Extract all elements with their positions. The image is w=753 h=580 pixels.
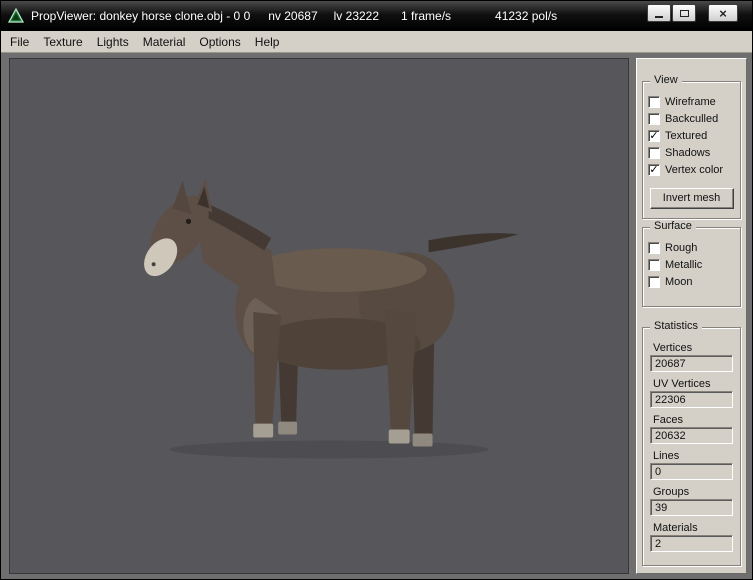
stat-materials: Materials 2 <box>650 522 733 552</box>
minimize-icon <box>655 16 663 18</box>
propviewer-window: PropViewer: donkey horse clone.obj - 0 0… <box>0 0 753 580</box>
menu-options[interactable]: Options <box>192 32 247 52</box>
statistics-group-title: Statistics <box>650 320 703 332</box>
close-icon: × <box>719 5 727 21</box>
metallic-label: Metallic <box>665 258 703 271</box>
checkbox-shadows[interactable]: Shadows <box>648 144 735 161</box>
statistics-group: Statistics Vertices 20687 UV Vertices 22… <box>642 320 741 566</box>
faces-value: 20632 <box>650 427 733 444</box>
moon-checkbox-box[interactable] <box>648 275 660 288</box>
rough-checkbox-box[interactable] <box>648 241 660 254</box>
rough-label: Rough <box>665 241 698 254</box>
uv-vertices-value: 22306 <box>650 391 733 408</box>
title-bar[interactable]: PropViewer: donkey horse clone.obj - 0 0… <box>1 1 752 31</box>
side-panel: View Wireframe Backculled ✓ Textured Sha… <box>636 58 747 574</box>
surface-group: Surface Rough Metallic Moon <box>642 220 741 307</box>
backculled-checkbox-box[interactable] <box>648 112 660 125</box>
vertices-value: 20687 <box>650 355 733 372</box>
title-stat-polrate: 41232 pol/s <box>495 9 558 23</box>
maximize-button[interactable] <box>672 4 696 22</box>
checkbox-vertex-color[interactable]: ✓ Vertex color <box>648 161 735 178</box>
faces-label: Faces <box>653 414 683 426</box>
model-viewport[interactable] <box>9 58 629 574</box>
shadows-label: Shadows <box>665 146 711 159</box>
title-stat-framerate: 1 frame/s <box>401 9 452 23</box>
checkbox-metallic[interactable]: Metallic <box>648 256 735 273</box>
close-button[interactable]: × <box>708 4 738 22</box>
stat-vertices: Vertices 20687 <box>650 342 733 372</box>
materials-value: 2 <box>650 535 733 552</box>
stat-faces: Faces 20632 <box>650 414 733 444</box>
checkbox-moon[interactable]: Moon <box>648 273 735 290</box>
menu-texture[interactable]: Texture <box>36 32 89 52</box>
checkbox-wireframe[interactable]: Wireframe <box>648 93 735 110</box>
menu-material[interactable]: Material <box>136 32 193 52</box>
minimize-button[interactable] <box>647 4 671 22</box>
stat-lines: Lines 0 <box>650 450 733 480</box>
groups-label: Groups <box>653 486 690 498</box>
shadows-checkbox-box[interactable] <box>648 146 660 159</box>
materials-label: Materials <box>653 522 698 534</box>
window-controls: × <box>647 4 738 22</box>
view-group: View Wireframe Backculled ✓ Textured Sha… <box>642 74 741 219</box>
checkbox-backculled[interactable]: Backculled <box>648 110 735 127</box>
lines-value: 0 <box>650 463 733 480</box>
menu-bar: File Texture Lights Material Options Hel… <box>1 31 752 53</box>
app-icon <box>7 7 25 23</box>
window-title: PropViewer: donkey horse clone.obj - 0 0 <box>31 9 251 23</box>
maximize-icon <box>679 9 689 17</box>
donkey-model <box>144 178 519 459</box>
moon-label: Moon <box>665 275 693 288</box>
textured-checkbox-box[interactable]: ✓ <box>648 129 660 142</box>
lines-label: Lines <box>653 450 680 462</box>
vertex-color-label: Vertex color <box>665 163 724 176</box>
vertex-color-checkbox-box[interactable]: ✓ <box>648 163 660 176</box>
invert-mesh-button[interactable]: Invert mesh <box>649 188 734 209</box>
wireframe-label: Wireframe <box>665 95 716 108</box>
checkbox-rough[interactable]: Rough <box>648 239 735 256</box>
stat-groups: Groups 39 <box>650 486 733 516</box>
menu-help[interactable]: Help <box>248 32 287 52</box>
metallic-checkbox-box[interactable] <box>648 258 660 271</box>
menu-file[interactable]: File <box>3 32 36 52</box>
checkbox-textured[interactable]: ✓ Textured <box>648 127 735 144</box>
textured-label: Textured <box>665 129 708 142</box>
stat-uv-vertices: UV Vertices 22306 <box>650 378 733 408</box>
backculled-label: Backculled <box>665 112 719 125</box>
view-group-title: View <box>650 74 682 86</box>
menu-lights[interactable]: Lights <box>90 32 136 52</box>
title-stat-nv: nv 20687 <box>268 9 318 23</box>
wireframe-checkbox-box[interactable] <box>648 95 660 108</box>
vertices-label: Vertices <box>653 342 693 354</box>
uv-vertices-label: UV Vertices <box>653 378 711 390</box>
groups-value: 39 <box>650 499 733 516</box>
title-stat-lv: lv 23222 <box>333 9 380 23</box>
content-area: View Wireframe Backculled ✓ Textured Sha… <box>1 54 752 579</box>
surface-group-title: Surface <box>650 220 696 232</box>
